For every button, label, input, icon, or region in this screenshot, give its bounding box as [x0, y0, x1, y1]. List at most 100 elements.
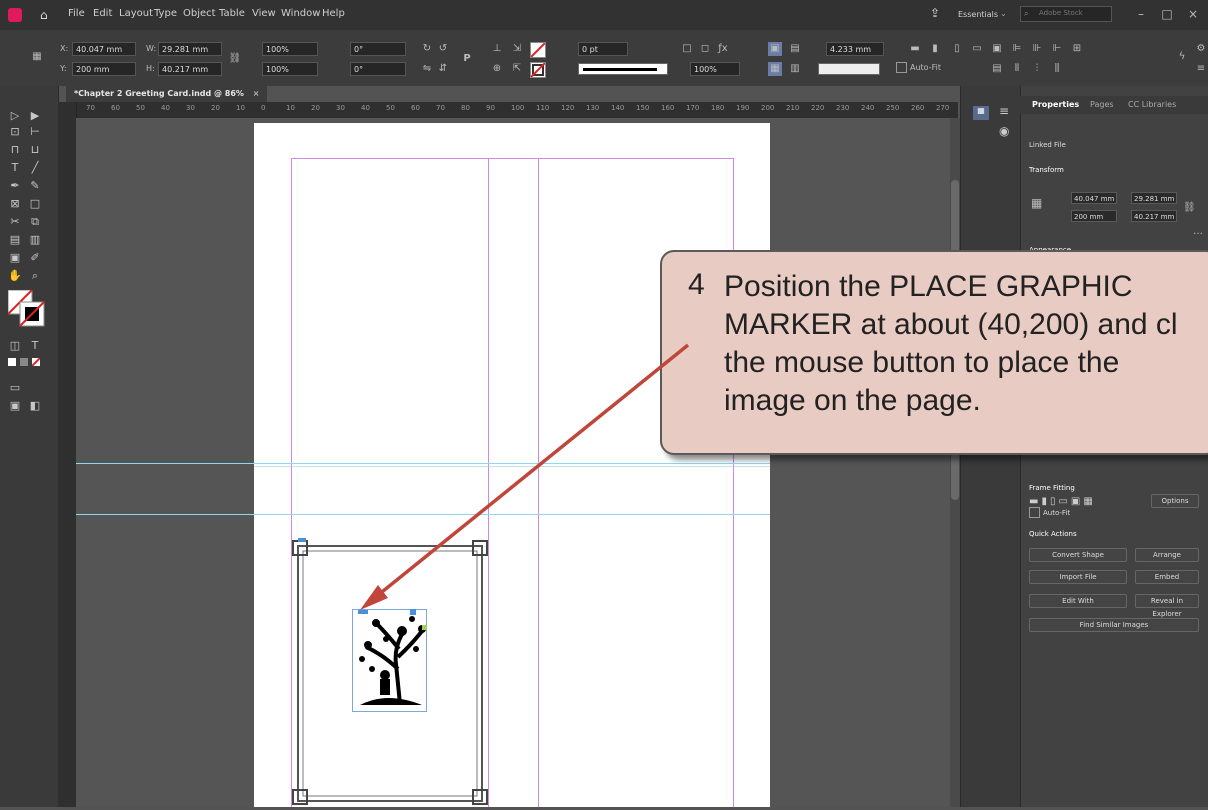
fitting-content-icon[interactable]: ▯: [950, 42, 964, 56]
eyedropper-tool-icon[interactable]: ✐: [26, 250, 44, 266]
zoom-tool-icon[interactable]: ⌕: [26, 268, 44, 284]
properties-panel-icon[interactable]: ▦: [973, 106, 989, 120]
menu-table[interactable]: Table: [219, 8, 245, 19]
select-content-icon[interactable]: P: [460, 52, 474, 66]
text-formatting-icon[interactable]: T: [26, 338, 44, 354]
menu-help[interactable]: Help: [322, 8, 345, 19]
panel-auto-fit-checkbox[interactable]: [1029, 507, 1040, 518]
fitting-fit-icon[interactable]: ▮: [928, 42, 942, 56]
rotate-cw-icon[interactable]: ↻: [420, 42, 434, 56]
screen-mode-icon[interactable]: ▭: [6, 380, 24, 396]
text-wrap-box-icon[interactable]: ▤: [788, 42, 802, 56]
options-button[interactable]: Options: [1151, 494, 1199, 508]
shear-field[interactable]: 0°: [350, 62, 406, 76]
embed-button[interactable]: Embed: [1135, 570, 1199, 584]
pages-panel-icon[interactable]: ≡: [999, 104, 1009, 118]
content-collector-icon[interactable]: ⊓: [6, 142, 24, 158]
guide-horizontal-pasteboard[interactable]: [76, 463, 254, 464]
close-tab-icon[interactable]: ×: [253, 89, 260, 98]
frame-fitting-alt-icon[interactable]: ◻: [698, 42, 712, 56]
rectangle-frame-tool-icon[interactable]: ⊠: [6, 196, 24, 212]
tab-cc-libraries[interactable]: CC Libraries: [1128, 100, 1176, 109]
fx-icon[interactable]: ƒx: [716, 42, 730, 56]
reference-point-icon[interactable]: ▦: [30, 50, 44, 64]
guide-horizontal-pasteboard[interactable]: [76, 514, 254, 515]
select-content-alt-icon[interactable]: ⇱: [510, 62, 524, 76]
distribute-icon[interactable]: ⊞: [1070, 42, 1084, 56]
frame-fitting-icons[interactable]: ▬▮▯▭▣▦: [1029, 496, 1096, 507]
menu-window[interactable]: Window: [281, 8, 320, 19]
rotate-field[interactable]: 0°: [350, 42, 406, 56]
workspace-switcher[interactable]: Essentials: [958, 10, 998, 19]
fill-stroke-swatches[interactable]: [7, 289, 48, 330]
scissors-tool-icon[interactable]: ✂: [6, 214, 24, 230]
menu-layout[interactable]: Layout: [119, 8, 153, 19]
align-middle-icon[interactable]: ⫴: [1010, 62, 1024, 76]
align-center-icon[interactable]: ⊪: [1030, 42, 1044, 56]
flip-horizontal-icon[interactable]: ⇋: [420, 62, 434, 76]
align-alt-icon[interactable]: ▥: [788, 62, 802, 76]
pencil-tool-icon[interactable]: ✎: [26, 178, 44, 194]
align-bottom-icon[interactable]: ⫶: [1030, 62, 1044, 76]
document-tab[interactable]: *Chapter 2 Greeting Card.indd @ 86% ×: [66, 86, 268, 102]
convert-shape-button[interactable]: Convert Shape: [1029, 548, 1127, 562]
scale-x-field[interactable]: 100%: [262, 42, 318, 56]
pen-tool-icon[interactable]: ✒: [6, 178, 24, 194]
normal-view-icon[interactable]: ▣: [6, 398, 24, 414]
apply-none-icon[interactable]: [32, 358, 40, 366]
panel-y-field[interactable]: 200 mm: [1071, 210, 1117, 222]
placed-tree-image[interactable]: [352, 609, 427, 712]
stroke-swatch[interactable]: [530, 62, 546, 78]
minimize-button[interactable]: –: [1130, 4, 1152, 26]
share-icon[interactable]: ⇪: [930, 6, 940, 20]
link-icon[interactable]: ⛓: [1183, 202, 1196, 213]
stock-search[interactable]: ⌕ Adobe Stock: [1020, 6, 1112, 22]
menu-view[interactable]: View: [252, 8, 276, 19]
selection-tool-icon[interactable]: ▷: [6, 108, 24, 124]
direct-selection-tool-icon[interactable]: ▶: [26, 108, 44, 124]
fitting-center-icon[interactable]: ▣: [990, 42, 1004, 56]
scale-y-field[interactable]: 100%: [262, 62, 318, 76]
align-icon[interactable]: ▦: [768, 62, 782, 76]
panel-x-field[interactable]: 40.047 mm: [1071, 192, 1117, 204]
reference-point-icon[interactable]: ▦: [1031, 196, 1042, 210]
close-button[interactable]: ×: [1182, 4, 1204, 26]
guide-horizontal[interactable]: [254, 466, 770, 467]
gear-icon[interactable]: ⚙: [1194, 42, 1208, 56]
page-tool-icon[interactable]: ⊡: [6, 124, 24, 140]
align-right-icon[interactable]: ⊩: [1050, 42, 1064, 56]
frame-fitting-icon[interactable]: □: [680, 42, 694, 56]
distribute-vertical-icon[interactable]: ⫼: [1050, 62, 1064, 76]
rectangle-tool-icon[interactable]: □: [26, 196, 44, 212]
vertical-ruler[interactable]: [58, 102, 77, 807]
more-options-icon[interactable]: …: [1193, 226, 1203, 237]
cc-libraries-icon[interactable]: ◉: [999, 124, 1009, 138]
gradient-swatch-tool-icon[interactable]: ▤: [6, 232, 24, 248]
apply-gradient-icon[interactable]: [20, 358, 28, 366]
gap-tool-icon[interactable]: ⊢: [26, 124, 44, 140]
height-field[interactable]: 40.217 mm: [158, 62, 222, 76]
auto-fit-checkbox[interactable]: [896, 62, 907, 73]
x-field[interactable]: 40.047 mm: [72, 42, 136, 56]
line-tool-icon[interactable]: ╱: [26, 160, 44, 176]
lightning-icon[interactable]: ϟ: [1175, 50, 1189, 64]
import-file-button[interactable]: Import File: [1029, 570, 1127, 584]
gap-field[interactable]: 4.233 mm: [826, 42, 884, 56]
hand-tool-icon[interactable]: ✋: [6, 268, 24, 284]
apply-color-icon[interactable]: [8, 358, 16, 366]
arrange-button[interactable]: Arrange: [1135, 548, 1199, 562]
edit-with-button[interactable]: Edit With: [1029, 594, 1127, 608]
guide-horizontal[interactable]: [254, 514, 770, 515]
align-top-icon[interactable]: ▤: [990, 62, 1004, 76]
fitting-frame-icon[interactable]: ▭: [970, 42, 984, 56]
constrain-proportions-icon[interactable]: ⛓: [228, 52, 242, 66]
rotate-ccw-icon[interactable]: ↺: [436, 42, 450, 56]
menu-icon[interactable]: ≡: [1194, 62, 1208, 76]
flip-vertical-icon[interactable]: ⇵: [436, 62, 450, 76]
select-previous-icon[interactable]: ⊕: [490, 62, 504, 76]
width-field[interactable]: 29.281 mm: [158, 42, 222, 56]
select-next-icon[interactable]: ⇲: [510, 42, 524, 56]
stroke-weight-field[interactable]: 0 pt: [578, 42, 628, 56]
free-transform-tool-icon[interactable]: ⧉: [26, 214, 44, 230]
tab-properties[interactable]: Properties: [1032, 100, 1079, 109]
